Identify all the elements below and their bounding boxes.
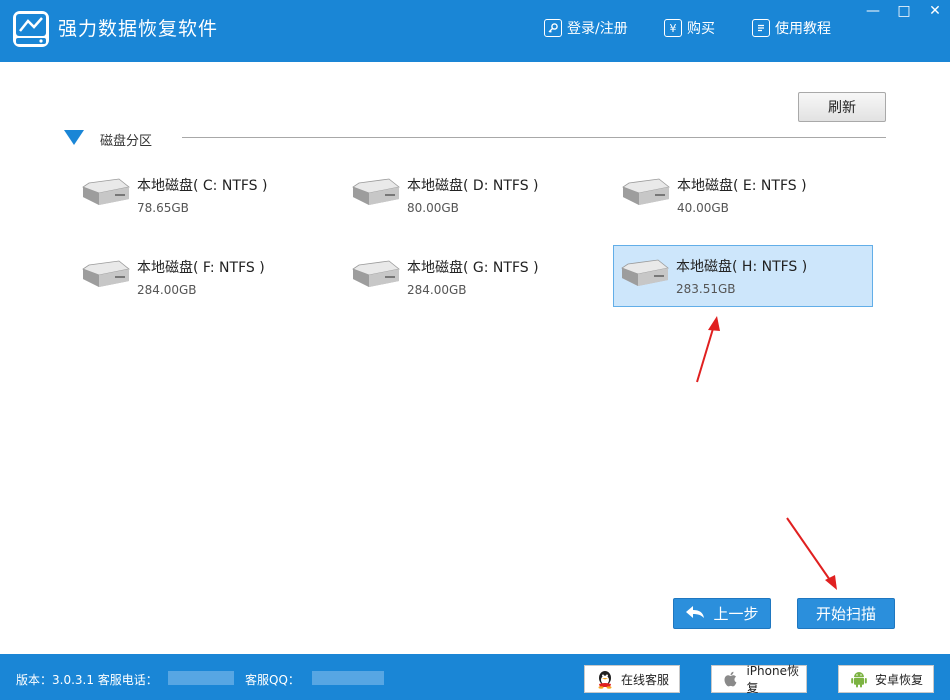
app-logo-icon: [13, 11, 49, 47]
online-service-button[interactable]: 在线客服: [584, 665, 680, 693]
hard-drive-icon: [82, 178, 130, 205]
drive-item-e[interactable]: 本地磁盘( E: NTFS ) 40.00GB: [614, 164, 874, 226]
status-footer: 版本：3.0.3.1 客服电话： 客服QQ： 在线客服 iPhone恢复 安卓恢…: [0, 654, 950, 700]
close-button[interactable]: ✕: [920, 0, 950, 22]
android-recovery-button[interactable]: 安卓恢复: [838, 665, 934, 693]
drive-item-c[interactable]: 本地磁盘( C: NTFS ) 78.65GB: [74, 164, 334, 226]
hard-drive-icon: [622, 178, 670, 205]
login-label: 登录/注册: [567, 21, 628, 37]
refresh-button[interactable]: 刷新: [798, 92, 886, 122]
key-icon: [544, 19, 562, 37]
drive-size: 40.00GB: [677, 201, 729, 215]
hard-drive-icon: [82, 260, 130, 287]
tutorial-label: 使用教程: [775, 21, 831, 37]
section-divider: [182, 137, 886, 138]
buy-label: 购买: [687, 21, 715, 37]
drive-name: 本地磁盘( D: NTFS ): [407, 178, 539, 194]
start-scan-button[interactable]: 开始扫描: [797, 598, 895, 629]
back-button[interactable]: 上一步: [673, 598, 771, 629]
drive-item-f[interactable]: 本地磁盘( F: NTFS ) 284.00GB: [74, 246, 334, 308]
document-icon: [752, 19, 770, 37]
back-label: 上一步: [713, 605, 759, 623]
drive-name: 本地磁盘( F: NTFS ): [137, 260, 265, 276]
hard-drive-icon: [352, 178, 400, 205]
drive-size: 284.00GB: [407, 283, 467, 297]
android-recovery-label: 安卓恢复: [875, 672, 924, 687]
hard-drive-icon: [621, 259, 669, 286]
qq-penguin-icon: [598, 671, 612, 689]
yen-icon: ¥: [664, 19, 682, 37]
drive-size: 80.00GB: [407, 201, 459, 215]
collapse-triangle-icon[interactable]: [64, 130, 84, 145]
title-bar: 强力数据恢复软件 登录/注册 ¥ 购买 使用教程 — □ ✕: [0, 0, 950, 62]
qq-label: 客服QQ：: [245, 673, 300, 687]
drive-name: 本地磁盘( C: NTFS ): [137, 178, 268, 194]
drive-name: 本地磁盘( G: NTFS ): [407, 260, 539, 276]
version-info: 版本：3.0.3.1 客服电话：: [16, 673, 158, 687]
back-arrow-icon: [685, 604, 705, 623]
drive-item-h[interactable]: 本地磁盘( H: NTFS ) 283.51GB: [613, 245, 873, 307]
drive-item-d[interactable]: 本地磁盘( D: NTFS ) 80.00GB: [344, 164, 604, 226]
iphone-recovery-label: iPhone恢复: [746, 664, 799, 695]
section-header: 磁盘分区: [64, 128, 886, 150]
redacted-phone: [168, 671, 234, 685]
annotation-arrow-drive: [696, 316, 720, 383]
section-title: 磁盘分区: [100, 134, 153, 149]
maximize-button[interactable]: □: [889, 0, 919, 22]
android-icon: [851, 672, 867, 688]
login-button[interactable]: 登录/注册: [544, 17, 628, 39]
buy-button[interactable]: ¥ 购买: [664, 17, 715, 39]
tutorial-button[interactable]: 使用教程: [752, 17, 831, 39]
annotation-arrow-scan: [786, 517, 837, 590]
app-title: 强力数据恢复软件: [58, 18, 219, 40]
hard-drive-icon: [352, 260, 400, 287]
apple-icon: [724, 671, 737, 687]
redacted-qq: [312, 671, 384, 685]
online-service-label: 在线客服: [621, 672, 670, 687]
drive-size: 283.51GB: [676, 282, 736, 296]
minimize-icon: —: [866, 3, 880, 19]
drive-name: 本地磁盘( H: NTFS ): [676, 259, 808, 275]
close-icon: ✕: [929, 3, 941, 19]
minimize-button[interactable]: —: [858, 0, 888, 22]
iphone-recovery-button[interactable]: iPhone恢复: [711, 664, 807, 695]
drive-name: 本地磁盘( E: NTFS ): [677, 178, 807, 194]
drive-size: 78.65GB: [137, 201, 189, 215]
drive-item-g[interactable]: 本地磁盘( G: NTFS ) 284.00GB: [344, 246, 604, 308]
drive-size: 284.00GB: [137, 283, 197, 297]
maximize-icon: □: [897, 3, 911, 19]
